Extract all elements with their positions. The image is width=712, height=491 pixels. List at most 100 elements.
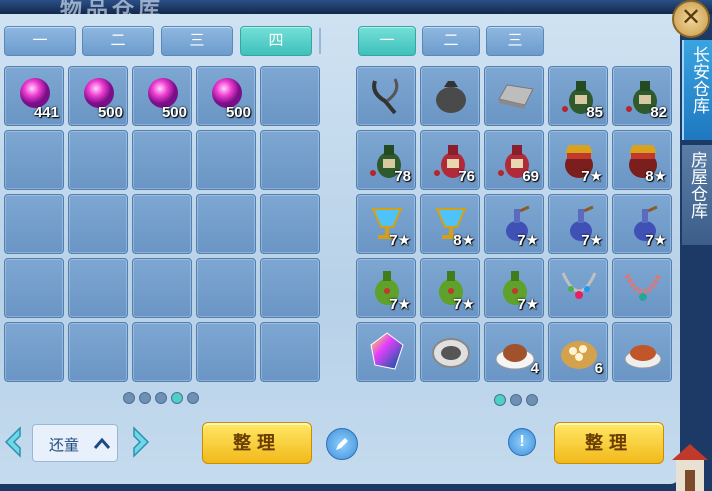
- right-warehouse-slot[interactable]: [612, 322, 672, 382]
- page-dot[interactable]: [510, 394, 522, 406]
- item-count: 7★: [517, 232, 539, 249]
- right-tab-1[interactable]: 一: [358, 26, 416, 56]
- rainbow-crystal-icon: [365, 329, 409, 373]
- right-warehouse-slot[interactable]: 8★: [612, 130, 672, 190]
- side-tab-house-warehouse[interactable]: 房屋仓库: [682, 145, 712, 245]
- left-inventory-slot[interactable]: [132, 322, 192, 382]
- item-count: 4: [530, 360, 539, 377]
- left-inventory-slot[interactable]: [260, 194, 320, 254]
- left-inventory-slot[interactable]: [196, 130, 256, 190]
- item-count: 69: [522, 168, 539, 185]
- right-warehouse-slot[interactable]: 69: [484, 130, 544, 190]
- left-inventory-slot[interactable]: 500: [68, 66, 128, 126]
- left-tab-2[interactable]: 二: [82, 26, 154, 56]
- page-dot[interactable]: [155, 392, 167, 404]
- category-select[interactable]: 还童: [32, 424, 118, 462]
- right-warehouse-slot[interactable]: 7★: [420, 258, 480, 318]
- side-tab-changan-warehouse[interactable]: 长安仓库: [682, 40, 712, 140]
- roast-chicken-icon: [621, 329, 665, 373]
- left-inventory-slot[interactable]: [260, 322, 320, 382]
- right-warehouse-slot[interactable]: 76: [420, 130, 480, 190]
- right-tab-3[interactable]: 三: [486, 26, 544, 56]
- page-dot[interactable]: [187, 392, 199, 404]
- left-inventory-slot[interactable]: [196, 322, 256, 382]
- item-count: 7★: [581, 168, 603, 185]
- item-count: 8★: [453, 232, 475, 249]
- left-inventory-slot[interactable]: [260, 66, 320, 126]
- page-dot[interactable]: [526, 394, 538, 406]
- side-tab-house-label: 房屋仓库: [687, 151, 707, 219]
- left-tab-4[interactable]: 四: [240, 26, 312, 56]
- right-warehouse-slot[interactable]: [356, 322, 416, 382]
- page-dot[interactable]: [494, 394, 506, 406]
- left-inventory-slot[interactable]: [4, 194, 64, 254]
- left-tab-1[interactable]: 一: [4, 26, 76, 56]
- left-page-indicator: [123, 392, 199, 404]
- left-inventory-slot[interactable]: [260, 130, 320, 190]
- left-tab-4-label: 四: [268, 32, 284, 49]
- pavilion-decoration-icon: [672, 444, 708, 491]
- close-button[interactable]: ✕: [672, 0, 710, 38]
- right-warehouse-slot[interactable]: [420, 322, 480, 382]
- page-dot[interactable]: [171, 392, 183, 404]
- item-count: 7★: [517, 296, 539, 313]
- left-inventory-slot[interactable]: [260, 258, 320, 318]
- left-inventory-slot[interactable]: 441: [4, 66, 64, 126]
- left-inventory-slot[interactable]: [4, 322, 64, 382]
- right-warehouse-slot[interactable]: 7★: [548, 194, 608, 254]
- left-inventory-slot[interactable]: [196, 194, 256, 254]
- right-warehouse-slot[interactable]: 7★: [484, 258, 544, 318]
- sort-inventory-label: 整理: [233, 433, 281, 453]
- left-tab-3[interactable]: 三: [161, 26, 233, 56]
- right-tab-1-label: 一: [379, 32, 395, 49]
- left-inventory-slot[interactable]: [196, 258, 256, 318]
- item-count: 7★: [645, 232, 667, 249]
- right-warehouse-slot[interactable]: 7★: [356, 258, 416, 318]
- right-warehouse-slot[interactable]: 4: [484, 322, 544, 382]
- right-tab-2[interactable]: 二: [422, 26, 480, 56]
- right-warehouse-slot[interactable]: 85: [548, 66, 608, 126]
- item-count: 7★: [389, 232, 411, 249]
- sort-inventory-button[interactable]: 整理: [202, 422, 312, 464]
- left-inventory-slot[interactable]: [68, 130, 128, 190]
- left-inventory-slot[interactable]: [132, 194, 192, 254]
- next-arrow-icon[interactable]: [130, 426, 152, 458]
- right-warehouse-slot[interactable]: 78: [356, 130, 416, 190]
- right-warehouse-slot[interactable]: [548, 258, 608, 318]
- item-count: 82: [650, 104, 667, 121]
- info-icon[interactable]: !: [508, 428, 536, 456]
- rename-pen-icon[interactable]: [326, 428, 358, 460]
- right-warehouse-slot[interactable]: [356, 66, 416, 126]
- left-inventory-slot[interactable]: [68, 194, 128, 254]
- left-tab-2-label: 二: [110, 32, 126, 49]
- prev-arrow-icon[interactable]: [2, 426, 24, 458]
- left-inventory-slot[interactable]: 500: [132, 66, 192, 126]
- left-inventory-slot[interactable]: 500: [196, 66, 256, 126]
- item-count: 8★: [645, 168, 667, 185]
- item-count: 7★: [581, 232, 603, 249]
- right-warehouse-slot[interactable]: [612, 258, 672, 318]
- left-inventory-slot[interactable]: [68, 322, 128, 382]
- right-warehouse-slot[interactable]: 7★: [356, 194, 416, 254]
- category-select-value: 还童: [49, 437, 80, 454]
- left-inventory-slot[interactable]: [4, 258, 64, 318]
- right-warehouse-slot[interactable]: 7★: [548, 130, 608, 190]
- left-inventory-slot[interactable]: [68, 258, 128, 318]
- page-dot[interactable]: [139, 392, 151, 404]
- sort-warehouse-button[interactable]: 整理: [554, 422, 664, 464]
- page-dot[interactable]: [123, 392, 135, 404]
- left-inventory-slot[interactable]: [132, 258, 192, 318]
- right-warehouse-slot[interactable]: 8★: [420, 194, 480, 254]
- right-warehouse-slot[interactable]: 7★: [484, 194, 544, 254]
- right-warehouse-slot[interactable]: 7★: [612, 194, 672, 254]
- silver-bar-icon: [493, 73, 537, 117]
- right-warehouse-slot[interactable]: [484, 66, 544, 126]
- left-inventory-slot[interactable]: [4, 130, 64, 190]
- item-count: 441: [33, 104, 59, 121]
- left-tab-3-label: 三: [189, 32, 205, 49]
- right-warehouse-slot[interactable]: 6: [548, 322, 608, 382]
- left-tab-1-label: 一: [32, 32, 48, 49]
- left-inventory-slot[interactable]: [132, 130, 192, 190]
- right-warehouse-slot[interactable]: 82: [612, 66, 672, 126]
- right-warehouse-slot[interactable]: [420, 66, 480, 126]
